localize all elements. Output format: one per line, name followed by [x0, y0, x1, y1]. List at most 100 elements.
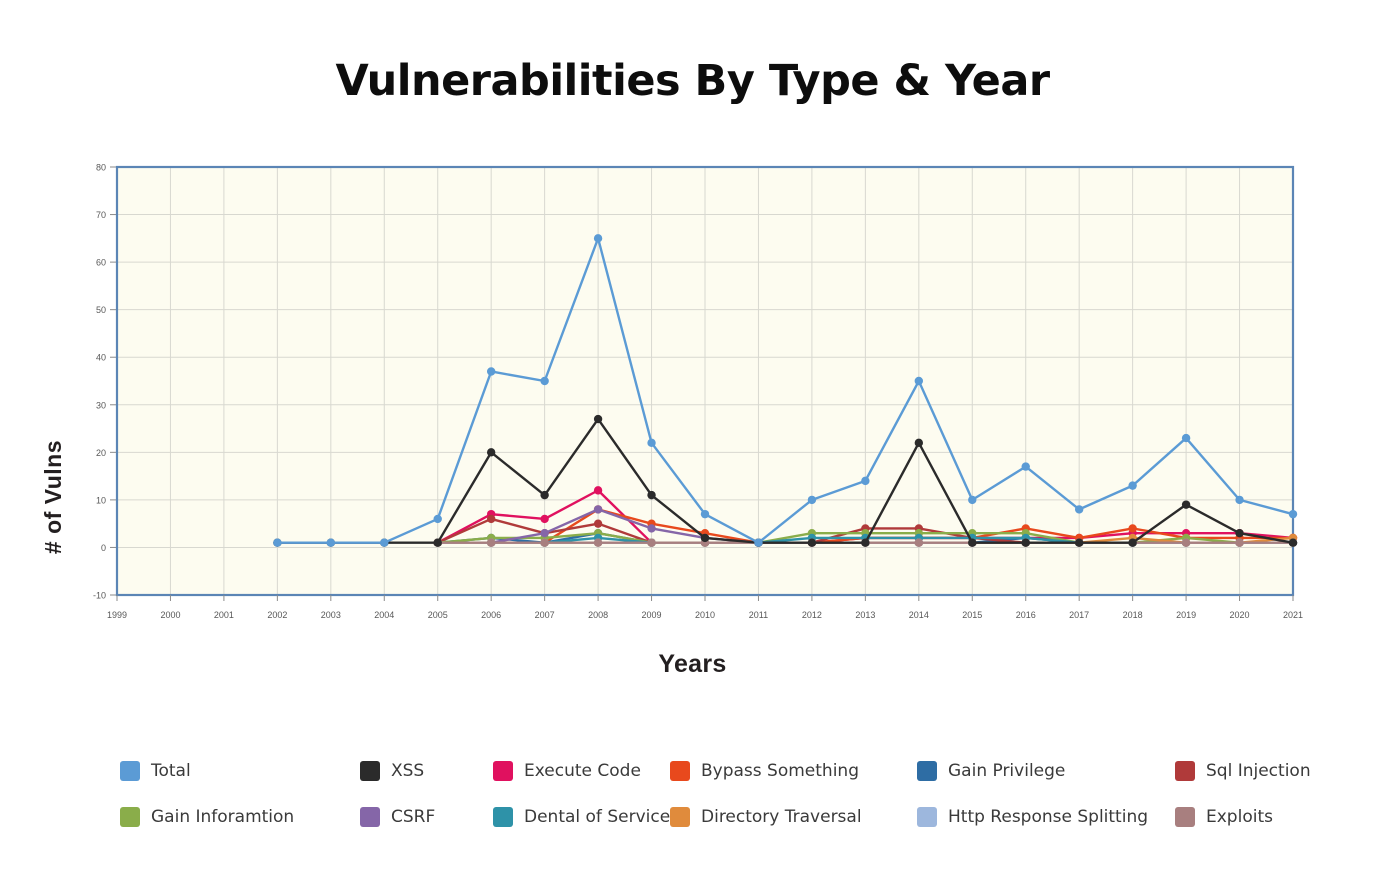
data-point: [807, 538, 817, 547]
x-tick-label: 2016: [1016, 610, 1036, 620]
data-point: [486, 367, 496, 376]
data-point: [700, 509, 710, 519]
legend-label: Dental of Service: [524, 807, 671, 827]
legend-item-total[interactable]: Total: [120, 761, 191, 781]
data-point: [1288, 538, 1298, 547]
legend-item-http-response-splitting[interactable]: Http Response Splitting: [917, 807, 1148, 827]
legend-swatch-icon: [670, 807, 690, 827]
x-tick-label: 2019: [1176, 610, 1196, 620]
data-point: [861, 538, 870, 547]
data-point: [1235, 528, 1244, 538]
data-point: [540, 538, 549, 547]
legend-item-sql-injection[interactable]: Sql Injection: [1175, 761, 1311, 781]
chart-plot-area: # of Vulns -10 0 10 20 30 40 50 60 70 80 1999 2000 2…: [0, 140, 1385, 640]
legend-label: CSRF: [391, 807, 436, 827]
legend-swatch-icon: [120, 807, 140, 827]
legend-item-exploits[interactable]: Exploits: [1175, 807, 1273, 827]
data-point: [1235, 538, 1244, 547]
data-point: [486, 448, 496, 457]
data-point: [1181, 500, 1191, 509]
x-tick-label: 2004: [374, 610, 394, 620]
x-tick-label: 2003: [321, 610, 341, 620]
data-point: [540, 528, 549, 538]
x-axis-label: Years: [658, 650, 727, 678]
data-point: [593, 505, 603, 514]
data-point: [861, 476, 870, 486]
legend-item-dental-of-service[interactable]: Dental of Service: [493, 807, 670, 827]
data-point: [700, 533, 710, 543]
legend-label: Directory Traversal: [701, 807, 862, 827]
legend-swatch-icon: [120, 761, 140, 781]
legend-label: Sql Injection: [1206, 761, 1311, 781]
legend-item-directory-traversal[interactable]: Directory Traversal: [670, 807, 862, 827]
data-point: [380, 538, 389, 547]
data-point: [807, 495, 817, 505]
data-point: [914, 438, 924, 448]
data-point: [647, 524, 656, 533]
data-point: [1181, 538, 1191, 547]
data-point: [1288, 509, 1298, 519]
x-tick-label: 2010: [695, 610, 715, 620]
data-point: [968, 538, 977, 547]
legend-swatch-icon: [493, 807, 513, 827]
data-point: [273, 538, 282, 547]
legend-swatch-icon: [917, 761, 937, 781]
x-tick-label: 2002: [267, 610, 287, 620]
legend-swatch-icon: [360, 807, 380, 827]
x-tick-label: 2020: [1230, 610, 1250, 620]
data-point: [1128, 538, 1137, 547]
legend-label: Gain Privilege: [948, 761, 1066, 781]
legend-swatch-icon: [1175, 761, 1195, 781]
x-tick-label: 2014: [909, 610, 929, 620]
data-point: [433, 538, 442, 547]
data-point: [1128, 481, 1137, 490]
data-point: [540, 514, 549, 524]
data-point: [1181, 433, 1191, 443]
legend-swatch-icon: [917, 807, 937, 827]
legend-item-csrf[interactable]: CSRF: [360, 807, 435, 827]
legend-swatch-icon: [360, 761, 380, 781]
y-tick-label: -10: [93, 591, 106, 601]
data-point: [540, 376, 549, 386]
chart-legend: Total XSS Execute Code Bypass Something Gain…: [120, 748, 1320, 840]
y-tick-label: 10: [96, 495, 106, 505]
legend-row: Total XSS Execute Code Bypass Something Gain…: [120, 748, 1320, 794]
x-tick-label: 1999: [107, 610, 127, 620]
y-tick-label: 60: [96, 258, 106, 268]
x-tick-label: 2015: [962, 610, 982, 620]
legend-swatch-icon: [1175, 807, 1195, 827]
legend-item-xss[interactable]: XSS: [360, 761, 424, 781]
y-axis-label: # of Vulns: [40, 440, 66, 555]
legend-item-gain-privilege[interactable]: Gain Privilege: [917, 761, 1065, 781]
data-point: [647, 490, 656, 500]
x-tick-label: 2011: [749, 610, 768, 620]
y-tick-label: 20: [96, 448, 106, 458]
data-point: [647, 438, 656, 448]
legend-swatch-icon: [670, 761, 690, 781]
data-point: [593, 234, 603, 243]
page-title: Vulnerabilities By Type & Year: [335, 56, 1050, 106]
x-tick-label: 2007: [535, 610, 555, 620]
x-tick-label: 2021: [1283, 610, 1303, 620]
y-tick-label: 40: [96, 353, 106, 363]
data-point: [593, 519, 603, 528]
x-tick-label: 2006: [481, 610, 501, 620]
legend-label: Exploits: [1206, 807, 1273, 827]
legend-label: XSS: [391, 761, 425, 781]
y-tick-label: 70: [96, 210, 106, 220]
x-tick-label: 2012: [802, 610, 822, 620]
x-tick-label: 2000: [160, 610, 180, 620]
data-point: [486, 538, 496, 547]
data-point: [647, 538, 656, 547]
legend-label: Total: [151, 761, 191, 781]
data-point: [1074, 505, 1084, 514]
data-point: [1128, 524, 1137, 533]
data-point: [914, 376, 924, 386]
data-point: [593, 414, 603, 424]
legend-item-bypass-something[interactable]: Bypass Something: [670, 761, 859, 781]
legend-label: Execute Code: [524, 761, 641, 781]
y-tick-label: 80: [96, 163, 106, 173]
legend-item-gain-inforamtion[interactable]: Gain Inforamtion: [120, 807, 294, 827]
legend-label: Bypass Something: [701, 761, 859, 781]
legend-item-execute-code[interactable]: Execute Code: [493, 761, 641, 781]
